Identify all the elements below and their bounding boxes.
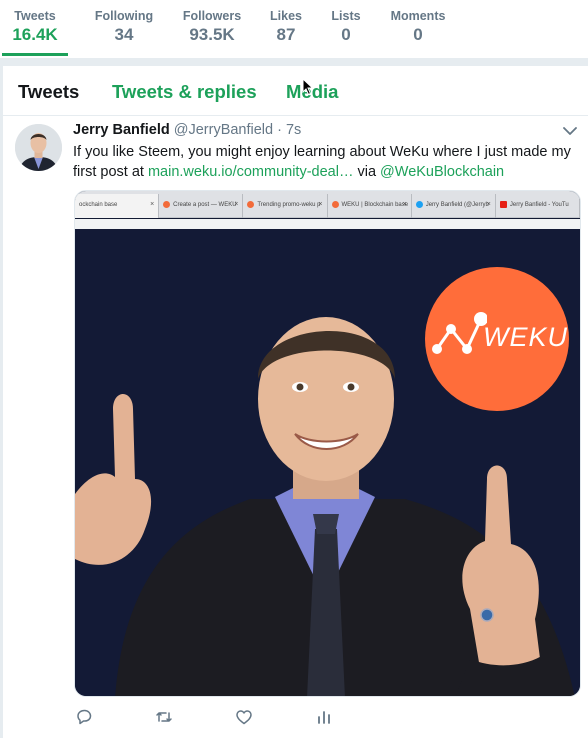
tweet-mention[interactable]: @WeKuBlockchain xyxy=(380,164,504,180)
like-heart-icon[interactable] xyxy=(235,708,253,726)
tweet-text-via: via xyxy=(353,164,381,180)
stat-following[interactable]: Following 34 xyxy=(92,0,156,58)
stat-followers-value: 93.5K xyxy=(189,25,235,44)
stat-tweets-value: 16.4K xyxy=(12,25,58,44)
stat-following-value: 34 xyxy=(114,25,134,44)
stat-likes[interactable]: Likes 87 xyxy=(266,0,306,58)
tab-tweets[interactable]: Tweets xyxy=(18,81,79,103)
browser-toolbar xyxy=(75,219,580,229)
profile-stats-bar: Tweets 16.4K Following 34 Followers 93.5… xyxy=(0,0,588,58)
stat-likes-label: Likes xyxy=(270,9,302,23)
twitter-favicon-icon xyxy=(415,200,423,208)
browser-tab: WEKU | Blockchain base × xyxy=(328,194,412,218)
stat-likes-value: 87 xyxy=(276,25,296,44)
avatar-image xyxy=(15,124,62,171)
browser-tab: Trending promo-weku p × xyxy=(243,194,328,218)
stat-tweets-label: Tweets xyxy=(14,9,56,23)
stat-moments-label: Moments xyxy=(390,9,446,23)
tweet-author-handle[interactable]: @JerryBanfield xyxy=(174,122,273,138)
stat-followers-label: Followers xyxy=(182,9,242,23)
stat-followers[interactable]: Followers 93.5K xyxy=(180,0,244,58)
browser-tab: Jerry Banfield - YouTu xyxy=(496,194,580,218)
timeline-tabs: Tweets Tweets & replies Media xyxy=(3,66,588,116)
browser-tab: Create a post — WEKU × xyxy=(159,194,244,218)
avatar[interactable] xyxy=(15,124,62,171)
tweet-media-image[interactable]: ockchain base × Create a post — WEKU × Tre… xyxy=(74,190,581,697)
browser-tab: ockchain base × xyxy=(75,194,160,218)
stat-lists-label: Lists xyxy=(331,9,361,23)
weku-logo: WEKU xyxy=(425,267,569,411)
retweet-icon[interactable] xyxy=(155,708,173,726)
weku-favicon-icon xyxy=(163,200,171,208)
browser-tab-strip: ockchain base × Create a post — WEKU × Tre… xyxy=(75,191,580,218)
stat-moments-value: 0 xyxy=(413,25,423,44)
mouse-cursor-icon xyxy=(302,78,314,96)
timeline-panel: Tweets Tweets & replies Media Jerry Banf… xyxy=(3,66,588,738)
tweet-timestamp[interactable]: · 7s xyxy=(277,122,301,138)
stat-lists-value: 0 xyxy=(341,25,351,44)
network-icon xyxy=(432,312,487,354)
tweet-author-name[interactable]: Jerry Banfield xyxy=(73,122,170,138)
browser-tab: Jerry Banfield (@Jerryb × xyxy=(412,194,496,218)
chevron-down-icon[interactable] xyxy=(562,125,578,137)
stat-lists[interactable]: Lists 0 xyxy=(328,0,364,58)
stat-following-label: Following xyxy=(94,9,154,23)
weku-favicon-icon xyxy=(331,200,339,208)
analytics-icon[interactable] xyxy=(315,708,333,726)
youtube-favicon-icon xyxy=(499,200,507,208)
tweet[interactable]: Jerry Banfield @JerryBanfield · 7s If yo… xyxy=(3,117,588,738)
weku-favicon-icon xyxy=(247,200,255,208)
stat-tweets[interactable]: Tweets 16.4K xyxy=(2,0,68,58)
tab-tweets-and-replies[interactable]: Tweets & replies xyxy=(112,81,257,103)
tweet-link[interactable]: main.weku.io/community-deal… xyxy=(148,164,354,180)
stat-moments[interactable]: Moments 0 xyxy=(386,0,450,58)
reply-icon[interactable] xyxy=(75,708,93,726)
tweet-header: Jerry Banfield @JerryBanfield · 7s xyxy=(73,122,301,138)
weku-logo-text: WEKU xyxy=(483,322,568,352)
tweet-text: If you like Steem, you might enjoy learn… xyxy=(73,142,573,182)
